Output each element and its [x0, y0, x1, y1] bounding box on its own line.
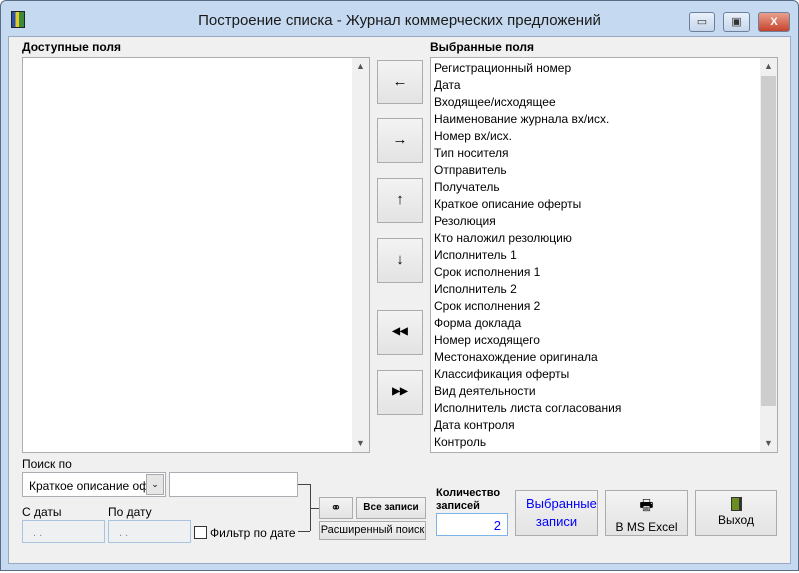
selected-fields-list[interactable]: ▲ ▼ Регистрационный номер Дата Входящее/ис…	[430, 57, 778, 453]
selected-field-item[interactable]: Исполнитель 1	[434, 248, 517, 262]
selected-field-item[interactable]: Входящее/исходящее	[434, 95, 556, 109]
selected-field-item[interactable]: Наименование журнала вх/исх.	[434, 112, 609, 126]
exit-door-icon	[730, 497, 742, 511]
search-by-label: Поиск по	[22, 457, 72, 471]
selected-field-item[interactable]: Исполнитель листа согласования	[434, 401, 621, 415]
maximize-button[interactable]: ▣	[723, 12, 750, 32]
selected-field-item[interactable]: Номер исходящего	[434, 333, 540, 347]
connector-line	[310, 508, 319, 509]
selected-field-item[interactable]: Отправитель	[434, 163, 507, 177]
find-button[interactable]: ⚭	[319, 497, 353, 519]
export-excel-label: В MS Excel	[615, 520, 678, 534]
selected-field-item[interactable]: Резолюция	[434, 214, 496, 228]
selected-field-item[interactable]: Номер вх/исх.	[434, 129, 512, 143]
search-input[interactable]	[169, 472, 298, 497]
connector-line	[298, 484, 310, 485]
export-excel-button[interactable]: 🖶 В MS Excel	[605, 490, 688, 536]
record-count-label: Количество записей	[436, 487, 501, 512]
scroll-thumb[interactable]	[761, 76, 776, 406]
window-title: Построение списка - Журнал коммерческих …	[198, 12, 601, 29]
add-field-button[interactable]: →	[377, 118, 423, 163]
selected-field-item[interactable]: Форма доклада	[434, 316, 521, 330]
selected-field-item[interactable]: Классификация оферты	[434, 367, 569, 381]
selected-field-item[interactable]: Контроль	[434, 435, 486, 449]
connector-line	[298, 531, 310, 532]
search-field-value: Краткое описание оф	[29, 479, 150, 493]
selected-field-item[interactable]: Исполнитель 2	[434, 282, 517, 296]
move-down-button[interactable]: ↓	[377, 238, 423, 283]
scrollbar[interactable]: ▲ ▼	[760, 58, 777, 452]
date-filter-checkbox[interactable]	[194, 526, 207, 539]
from-date-field[interactable]: . .	[22, 520, 105, 543]
selected-fields-label: Выбранные поля	[430, 40, 534, 54]
title-bar: Построение списка - Журнал коммерческих …	[1, 1, 798, 37]
available-fields-label: Доступные поля	[22, 40, 122, 54]
scroll-up-icon[interactable]: ▲	[352, 58, 369, 75]
selected-records-button[interactable]: Выбранные записи	[515, 490, 598, 536]
from-date-label: С даты	[22, 505, 62, 519]
selected-field-item[interactable]: Регистрационный номер	[434, 61, 571, 75]
scrollbar[interactable]: ▲ ▼	[352, 58, 369, 452]
printer-icon: 🖶	[639, 497, 654, 514]
to-date-label: По дату	[108, 505, 152, 519]
all-records-button[interactable]: Все записи	[356, 497, 426, 519]
selected-field-item[interactable]: Получатель	[434, 180, 500, 194]
selected-field-item[interactable]: Вид деятельности	[434, 384, 536, 398]
binoculars-icon: ⚭	[330, 500, 342, 515]
remove-field-button[interactable]: ←	[377, 60, 423, 104]
selected-field-item[interactable]: Дата	[434, 78, 461, 92]
search-field-select[interactable]: Краткое описание оф ⌄	[22, 472, 166, 497]
available-fields-list[interactable]: ▲ ▼	[22, 57, 370, 453]
to-date-field[interactable]: . .	[108, 520, 191, 543]
scroll-down-icon[interactable]: ▼	[760, 435, 777, 452]
scroll-up-icon[interactable]: ▲	[760, 58, 777, 75]
record-count-field: 2	[436, 513, 508, 536]
selected-field-item[interactable]: Кто наложил резолюцию	[434, 231, 572, 245]
move-up-button[interactable]: ↑	[377, 178, 423, 223]
selected-field-item[interactable]: Дата контроля	[434, 418, 515, 432]
remove-all-button[interactable]: ◀◀	[377, 310, 423, 355]
selected-field-item[interactable]: Тип носителя	[434, 146, 508, 160]
exit-label: Выход	[718, 513, 754, 527]
chevron-down-icon[interactable]: ⌄	[146, 474, 164, 495]
close-button[interactable]: X	[758, 12, 790, 32]
minimize-button[interactable]: ▭	[689, 12, 715, 32]
selected-field-item[interactable]: Срок исполнения 2	[434, 299, 540, 313]
scroll-down-icon[interactable]: ▼	[352, 435, 369, 452]
selected-field-item[interactable]: Краткое описание оферты	[434, 197, 581, 211]
advanced-search-button[interactable]: Расширенный поиск	[319, 521, 426, 540]
add-all-button[interactable]: ▶▶	[377, 370, 423, 415]
selected-field-item[interactable]: Местонахождение оригинала	[434, 350, 598, 364]
selected-field-item[interactable]: Срок исполнения 1	[434, 265, 540, 279]
date-filter-label: Фильтр по дате	[210, 526, 296, 540]
exit-button[interactable]: Выход	[695, 490, 777, 536]
